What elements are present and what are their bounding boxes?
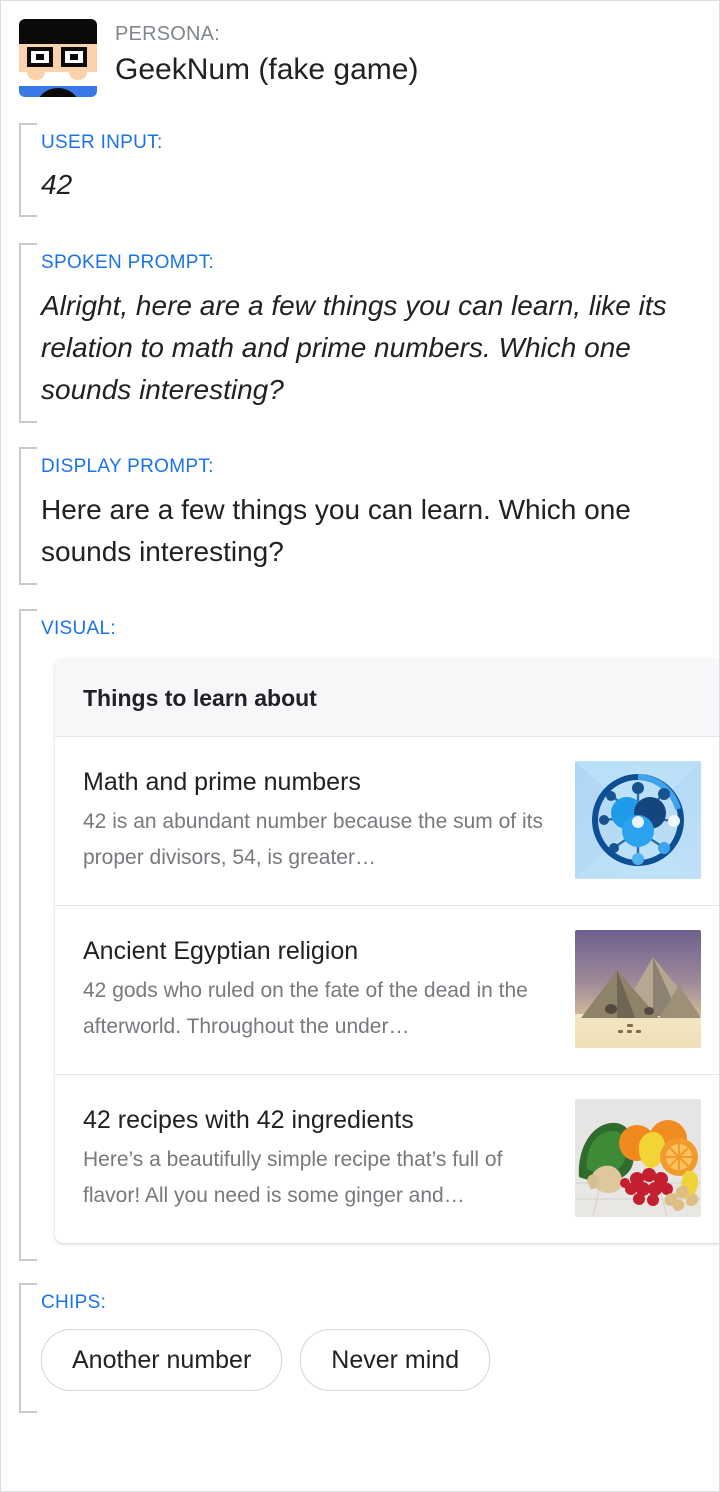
chip-another-number[interactable]: Another number — [41, 1329, 283, 1391]
section-bracket — [19, 609, 37, 1261]
section-bracket — [19, 243, 37, 423]
section-bracket — [19, 123, 37, 217]
visual-label: VISUAL: — [41, 618, 116, 639]
list-item-text: Ancient Egyptian religion 42 gods who ru… — [83, 933, 571, 1045]
spoken-prompt-label: SPOKEN PROMPT: — [41, 252, 215, 273]
list-item-title: Math and prime numbers — [83, 768, 361, 796]
persona-label: PERSONA: — [115, 23, 220, 45]
section-bracket — [19, 447, 37, 585]
chips-row: Another number Never mind — [41, 1325, 719, 1401]
section-visual: VISUAL: Things to learn about Math and p… — [19, 609, 719, 1261]
section-chips: CHIPS: Another number Never mind — [19, 1283, 719, 1413]
list-item-description: Here’s a beautifully simple recipe that’… — [83, 1148, 503, 1207]
list-item-text: 42 recipes with 42 ingredients Here’s a … — [83, 1102, 571, 1214]
section-display-prompt: DISPLAY PROMPT: Here are a few things yo… — [19, 447, 719, 585]
list-item-description: 42 is an abundant number because the sum… — [83, 810, 543, 869]
persona-preview-page: PERSONA: GeekNum (fake game) USER INPUT:… — [0, 0, 720, 1492]
section-user-input: USER INPUT: 42 — [19, 123, 719, 217]
network-node-diagram-icon — [575, 761, 701, 879]
persona-header: PERSONA: GeekNum (fake game) — [1, 1, 719, 97]
fruits-vegetables-photo — [575, 1099, 701, 1217]
card-header-title: Things to learn about — [55, 659, 719, 737]
spoken-prompt-text: Alright, here are a few things you can l… — [41, 290, 667, 405]
list-item[interactable]: Math and prime numbers 42 is an abundant… — [55, 737, 719, 906]
chips-label: CHIPS: — [41, 1292, 107, 1313]
display-prompt-label: DISPLAY PROMPT: — [41, 456, 214, 477]
section-bracket — [19, 1283, 37, 1413]
list-item-title: 42 recipes with 42 ingredients — [83, 1106, 414, 1134]
display-prompt-body: Here are a few things you can learn. Whi… — [41, 489, 719, 585]
list-item-title: Ancient Egyptian religion — [83, 937, 359, 965]
persona-name: GeekNum (fake game) — [115, 53, 419, 86]
chips-body: Another number Never mind — [41, 1325, 719, 1413]
list-item-text: Math and prime numbers 42 is an abundant… — [83, 764, 571, 876]
list-item-description: 42 gods who ruled on the fate of the dea… — [83, 979, 528, 1038]
persona-text-block: PERSONA: GeekNum (fake game) — [97, 19, 418, 91]
pyramids-photo — [575, 930, 701, 1048]
user-input-label: USER INPUT: — [41, 132, 163, 153]
user-input-body: 42 — [41, 165, 719, 217]
spoken-prompt-body: Alright, here are a few things you can l… — [41, 285, 719, 423]
chip-never-mind[interactable]: Never mind — [300, 1329, 491, 1391]
things-to-learn-card: Things to learn about Math and prime num… — [55, 659, 719, 1243]
list-item[interactable]: 42 recipes with 42 ingredients Here’s a … — [55, 1075, 719, 1243]
user-input-value: 42 — [41, 169, 73, 200]
visual-body: Things to learn about Math and prime num… — [41, 659, 719, 1261]
section-spoken-prompt: SPOKEN PROMPT: Alright, here are a few t… — [19, 243, 719, 423]
list-item[interactable]: Ancient Egyptian religion 42 gods who ru… — [55, 906, 719, 1075]
geek-face-avatar-icon — [19, 19, 97, 97]
display-prompt-text: Here are a few things you can learn. Whi… — [41, 494, 631, 567]
